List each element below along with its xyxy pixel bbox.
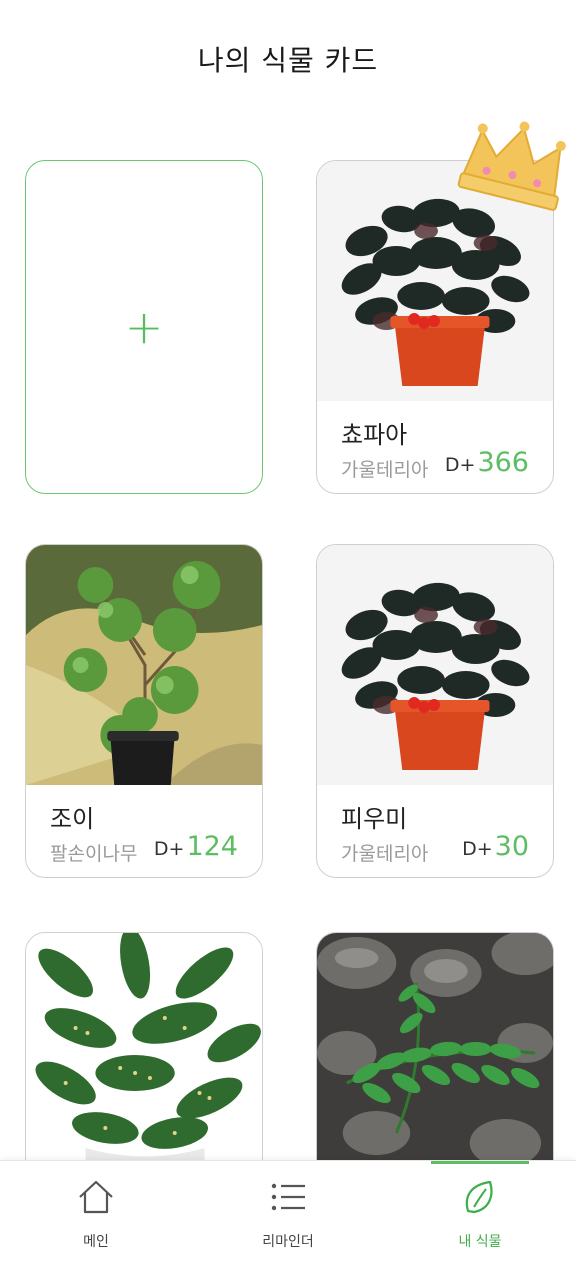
dday-counter: D+ 366 <box>445 447 529 478</box>
plant-info: 피우미 가울테리아 D+ 30 <box>317 785 553 877</box>
leaf-icon <box>465 1180 493 1214</box>
tab-my-plants[interactable]: 내 식물 <box>384 1161 576 1263</box>
dday-value: 124 <box>186 831 238 862</box>
dday-prefix: D+ <box>444 454 476 476</box>
dday-prefix: D+ <box>462 838 493 860</box>
plant-card[interactable] <box>25 932 263 1160</box>
plant-photo <box>26 933 262 1160</box>
active-tab-indicator <box>431 1161 529 1164</box>
tab-label: 메인 <box>83 1234 109 1250</box>
plant-species: 팔손이나무 <box>50 843 138 865</box>
list-icon <box>271 1183 305 1211</box>
plant-card[interactable]: 피우미 가울테리아 D+ 30 <box>316 544 554 878</box>
plant-card-grid: + 쵸파아 가울테리아 D+ 366 조이 팔손이나무 D+ 124 피우미 가… <box>0 0 576 1160</box>
plus-icon: + <box>124 300 164 354</box>
plant-photo <box>26 545 262 785</box>
tab-main[interactable]: 메인 <box>0 1161 192 1263</box>
bottom-tab-bar: 메인 리마인더 내 식물 <box>0 1160 576 1263</box>
dday-value: 30 <box>494 831 529 862</box>
plant-species: 가울테리아 <box>341 843 429 865</box>
dday-counter: D+ 30 <box>462 831 529 862</box>
plant-photo <box>317 545 553 785</box>
dday-counter: D+ 124 <box>154 831 238 862</box>
dday-prefix: D+ <box>153 838 185 860</box>
tab-reminder[interactable]: 리마인더 <box>192 1161 384 1263</box>
plant-photo <box>317 933 553 1160</box>
plant-nickname: 쵸파아 <box>341 421 408 449</box>
plant-card[interactable]: 조이 팔손이나무 D+ 124 <box>25 544 263 878</box>
plant-card[interactable] <box>316 932 554 1160</box>
add-plant-card[interactable]: + <box>25 160 263 494</box>
plant-info: 조이 팔손이나무 D+ 124 <box>26 785 262 877</box>
dday-value: 366 <box>477 447 529 478</box>
plant-species: 가울테리아 <box>341 459 429 481</box>
crown-icon <box>457 121 566 211</box>
tab-label: 리마인더 <box>262 1234 314 1250</box>
plant-info: 쵸파아 가울테리아 D+ 366 <box>317 401 553 493</box>
home-icon <box>79 1180 113 1214</box>
plant-nickname: 조이 <box>50 805 95 833</box>
plant-nickname: 피우미 <box>341 805 408 833</box>
tab-label: 내 식물 <box>458 1234 502 1250</box>
